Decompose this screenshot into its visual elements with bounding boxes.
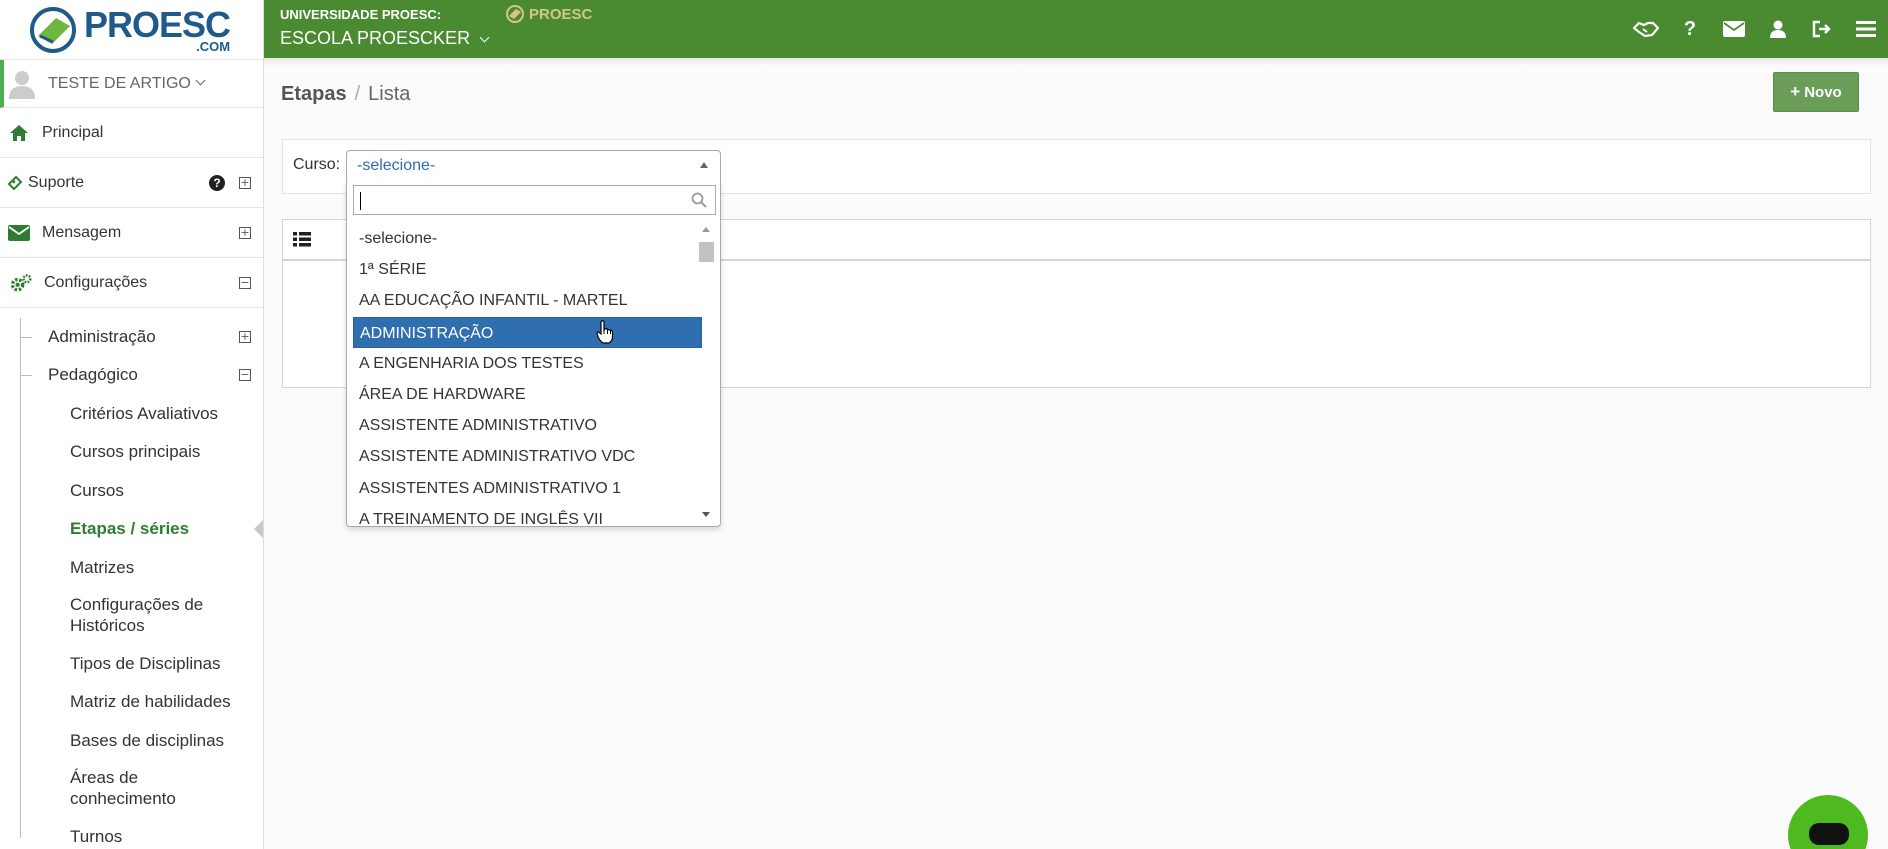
sidebar-item-label: Principal [42,123,104,141]
sidebar-item-label: Pedagógico [48,365,138,384]
sidebar-item-label: Administração [48,327,156,346]
sidebar-leaf-etapas[interactable]: Etapas / séries [0,509,263,548]
expand-icon[interactable]: + [239,176,251,189]
dropdown-scrollbar[interactable] [698,223,714,523]
plus-icon: + [1790,82,1801,101]
scroll-thumb[interactable] [699,242,714,262]
logo-com: .COM [196,38,231,54]
envelope-icon[interactable] [1712,0,1756,58]
sidebar-item-administracao[interactable]: Administração + [0,318,263,356]
sidebar-leaf-config-historicos[interactable]: Configurações de Históricos [0,586,240,644]
dropdown-option[interactable]: A TREINAMENTO DE INGLÊS VII [347,504,702,526]
sidebar-item-label: Mensagem [42,223,122,241]
collapse-icon[interactable]: − [239,369,251,381]
tree-line [20,318,21,838]
expand-icon[interactable]: + [239,226,251,239]
brand-logo[interactable]: PROESC .COM [0,0,263,60]
new-button-label: Novo [1804,83,1842,101]
home-icon [8,122,30,144]
sidebar-tree: Administração + Pedagógico − Critérios A… [0,318,263,849]
breadcrumb-section[interactable]: Etapas [281,83,347,105]
dropdown-option[interactable]: ASSISTENTE ADMINISTRATIVO [347,410,702,441]
menu-icon[interactable] [1844,0,1888,58]
user-name: TESTE DE ARTIGO [48,74,191,92]
dropdown-option[interactable]: ASSISTENTES ADMINISTRATIVO 1 [347,473,702,504]
chat-icon [1809,823,1849,845]
topbar-shadow [264,58,1888,66]
sidebar-leaf-areas-conhecimento[interactable]: Áreas de conhecimento [0,759,200,817]
curso-select[interactable]: -selecione- [346,150,721,182]
question-icon[interactable]: ? [1668,0,1712,58]
dropdown-search-input[interactable] [353,185,716,215]
sidebar-leaf-matrizes[interactable]: Matrizes [0,548,263,586]
sidebar-leaf-criterios[interactable]: Critérios Avaliativos [0,394,263,432]
school-selector[interactable]: ESCOLA PROESCKER [280,28,490,49]
handshake-icon[interactable] [1624,0,1668,58]
sidebar-item-pedagogico[interactable]: Pedagógico − [0,356,263,394]
chevron-down-icon [479,32,490,43]
collapse-icon[interactable]: − [239,276,251,289]
scroll-down-icon[interactable] [702,512,710,517]
logo-word: PROESC [84,3,231,45]
breadcrumb-separator: / [354,83,361,105]
sidebar-leaf-bases-disciplinas[interactable]: Bases de disciplinas [0,721,263,759]
dropdown-option[interactable]: A ENGENHARIA DOS TESTES [347,348,702,379]
sidebar-item-suporte[interactable]: Suporte ? + [0,158,263,208]
breadcrumb-page: Lista [368,83,411,105]
list-icon [293,232,311,247]
sidebar-leaf-tipos-disciplinas[interactable]: Tipos de Disciplinas [0,644,263,682]
caret-up-icon [700,162,708,168]
sidebar-item-principal[interactable]: Principal [0,108,263,158]
dropdown-option[interactable]: AA EDUCAÇÃO INFANTIL - MARTEL [347,285,702,316]
curso-dropdown: -selecione- 1ª SÉRIE AA EDUCAÇÃO INFANTI… [346,181,721,527]
sidebar-leaf-cursos-principais[interactable]: Cursos principais [0,432,263,471]
user-icon[interactable] [1756,0,1800,58]
scroll-up-icon[interactable] [702,227,710,232]
dropdown-options: -selecione- 1ª SÉRIE AA EDUCAÇÃO INFANTI… [347,223,702,526]
hand-cursor-icon [596,320,614,344]
chevron-down-icon [195,75,206,86]
curso-select-value: -selecione- [357,157,436,174]
search-icon [691,192,707,208]
sidebar-leaf-turnos[interactable]: Turnos [0,817,263,849]
dropdown-option[interactable]: 1ª SÉRIE [347,254,702,285]
gears-icon [10,272,32,294]
chat-button[interactable] [1788,795,1868,849]
help-icon[interactable]: ? [209,174,225,191]
user-avatar-icon [9,70,35,99]
proesc-logo-icon [30,6,76,53]
sign-out-icon[interactable] [1800,0,1844,58]
sidebar: PROESC .COM TESTE DE ARTIGO Principal Su… [0,0,264,849]
text-cursor [360,192,361,210]
dropdown-option[interactable]: ASSISTENTE ADMINISTRATIVO VDC [347,441,702,472]
new-button[interactable]: + Novo [1773,72,1859,112]
sidebar-leaf-matriz-habilidades[interactable]: Matriz de habilidades [0,682,263,721]
mini-logo: PROESC [504,4,592,24]
dropdown-option[interactable]: ÁREA DE HARDWARE [347,379,702,410]
sidebar-item-configuracoes[interactable]: Configurações − [0,258,263,308]
user-menu[interactable]: TESTE DE ARTIGO [0,60,263,108]
ticket-icon [4,172,26,194]
breadcrumb: Etapas / Lista [281,83,410,106]
expand-icon[interactable]: + [239,331,251,343]
dropdown-option-highlighted[interactable]: ADMINISTRAÇÃO [353,316,702,348]
proesc-mini-logo-icon [506,5,524,23]
active-indicator [254,519,263,538]
sidebar-item-label: Configurações [44,273,148,291]
school-name: ESCOLA PROESCKER [280,28,471,48]
envelope-icon [8,222,30,244]
mini-logo-text: PROESC [529,5,593,23]
sidebar-item-mensagem[interactable]: Mensagem + [0,208,263,258]
curso-label: Curso: [293,156,341,173]
university-name: UNIVERSIDADE PROESC: [280,7,442,22]
dropdown-option[interactable]: -selecione- [347,223,702,254]
sidebar-item-label: Suporte [28,173,85,191]
topbar: UNIVERSIDADE PROESC: ESCOLA PROESCKER PR… [264,0,1888,58]
sidebar-item-label: Etapas / séries [70,519,190,538]
top-icons: ? [1624,0,1888,58]
sidebar-leaf-cursos[interactable]: Cursos [0,471,263,509]
